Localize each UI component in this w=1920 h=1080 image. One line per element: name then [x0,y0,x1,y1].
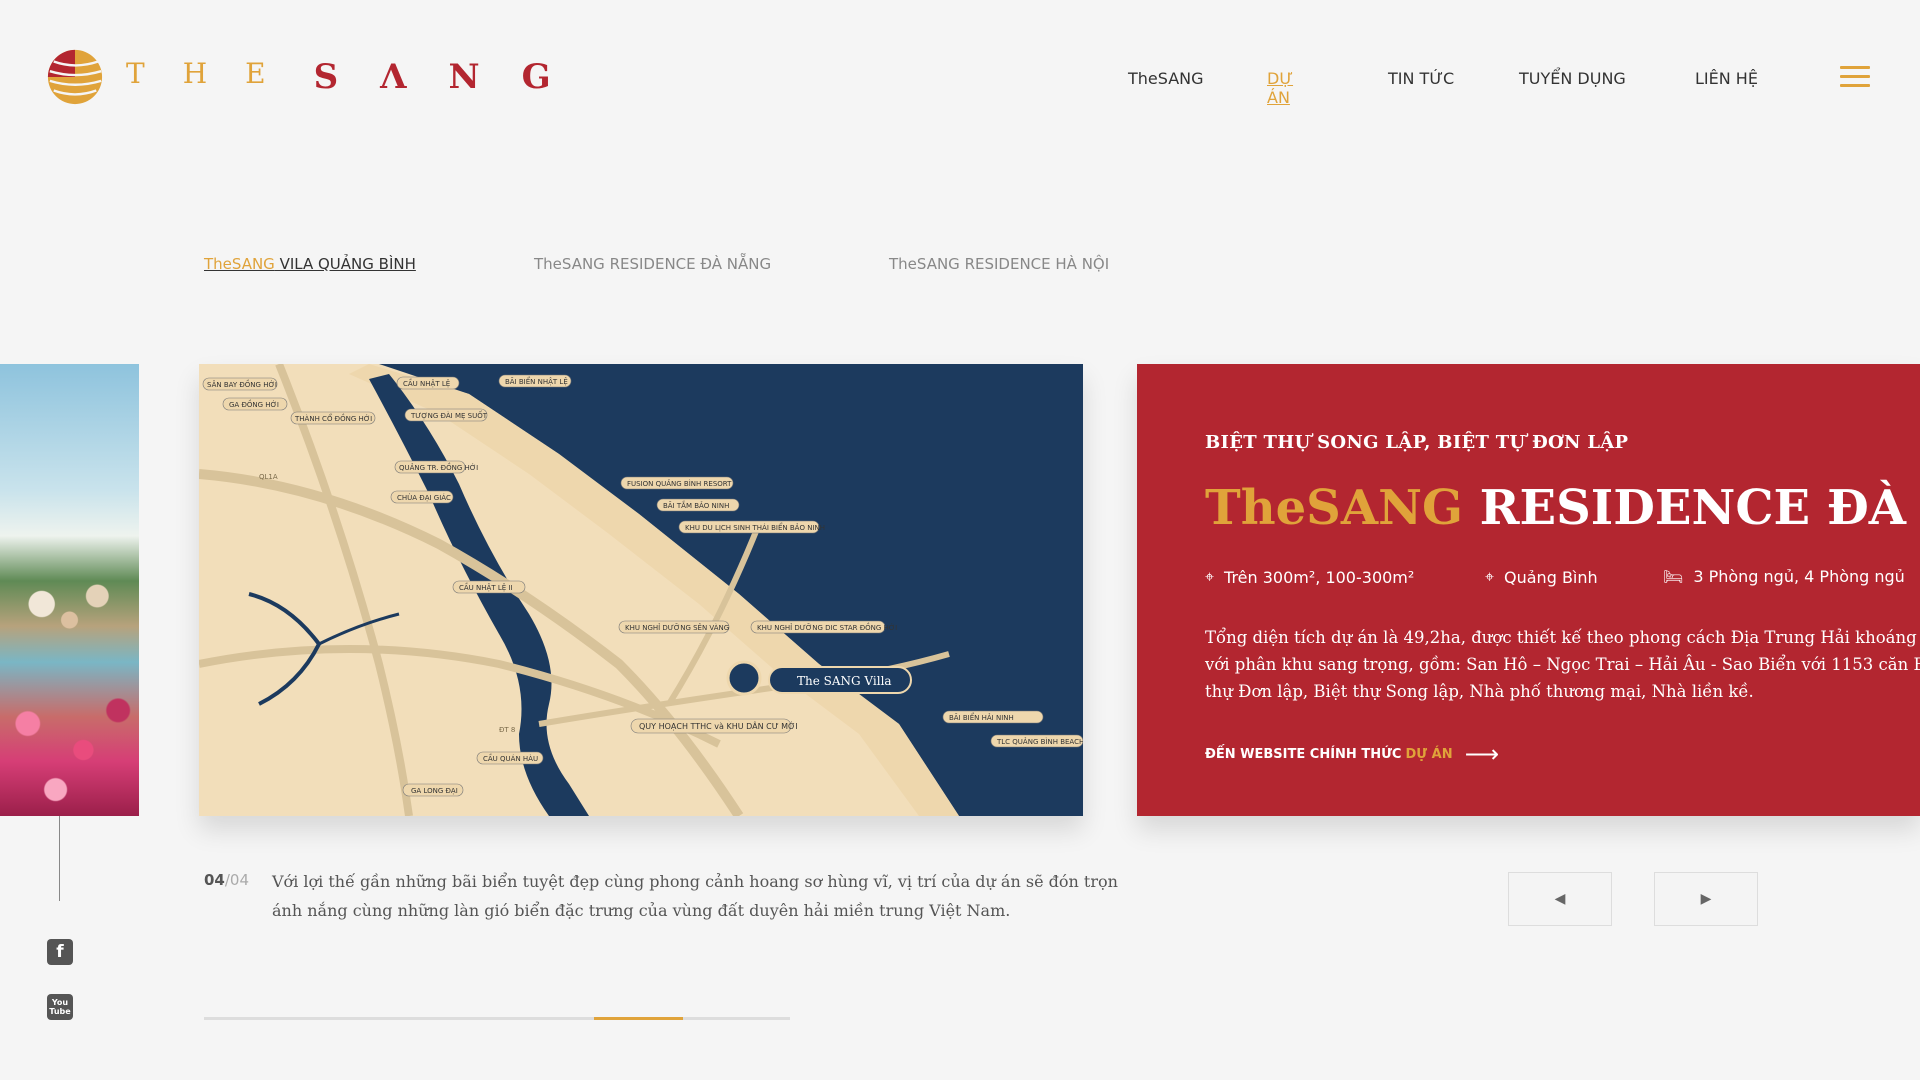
logo-mark-icon [47,49,103,105]
next-slide-button[interactable]: ▶ [1654,872,1758,926]
logo-letter: G [521,57,551,97]
map-label: BÃI BIỂN HẢI NINH [949,712,1014,722]
youtube-icon[interactable]: You Tube [47,994,73,1020]
location-pin-icon: ⌖ [1485,567,1495,586]
triangle-right-icon: ▶ [1700,891,1712,907]
fact-location: ⌖ Quảng Bình [1485,567,1598,587]
map-road-label: ĐT 8 [499,726,515,734]
card-kicker: BIỆT THỰ SONG LẬP, BIỆT TỰ ĐƠN LẬP [1205,432,1629,453]
map-label: KHU NGHỈ DƯỠNG DIC STAR ĐỒNG HỚI [757,622,897,632]
prev-slide-button[interactable]: ◀ [1508,872,1612,926]
slide-counter: 04/04 [204,871,249,889]
map-label: BÃI TẮM BẢO NINH [663,500,729,510]
tab-residence-ha-noi[interactable]: TheSANG RESIDENCE HÀ NỘI [889,255,1109,273]
facebook-icon[interactable]: f [47,939,73,965]
fact-text: 3 Phòng ngủ, 4 Phòng ngủ [1693,567,1905,586]
tab-vila-quang-binh[interactable]: TheSANG VILA QUẢNG BÌNH [204,255,416,273]
map-label: THÀNH CỔ ĐỒNG HỚI [294,413,372,423]
map-label: SÂN BAY ĐỒNG HỚI [207,379,277,389]
link-label: ĐẾN WEBSITE CHÍNH THỨC [1205,746,1402,762]
nav-item-du-an[interactable]: DỰ ÁN [1267,69,1293,107]
slide-current: 04 [204,871,225,889]
arrow-right-icon: ⟶ [1464,740,1500,768]
tab-brand: TheSANG [204,255,275,273]
map-label: KHU NGHỈ DƯỠNG SÊN VÀNG [625,623,729,632]
map-label: BÃI BIỂN NHẬT LỆ [505,376,568,386]
slide-total: /04 [224,871,250,889]
nav-item-lien-he[interactable]: LIÊN HỆ [1695,69,1758,88]
map-label: CẦU NHẬT LỆ II [459,582,513,592]
logo-letter: S [313,57,339,97]
fact-text: Quảng Bình [1504,567,1598,587]
triangle-left-icon: ◀ [1554,891,1566,907]
project-card: BIỆT THỰ SONG LẬP, BIỆT TỰ ĐƠN LẬP TheSA… [1137,364,1920,816]
logo-letter: N [448,57,480,97]
map-label: GA LONG ĐẠI [411,787,458,795]
nav-item-tuyen-dung[interactable]: TUYỂN DỤNG [1519,69,1626,88]
card-title-brand: TheSANG [1205,480,1463,536]
bed-icon: 🛏 [1663,567,1684,586]
fact-text: Trên 300m², 100-300m² [1224,567,1415,587]
map-label: KHU DU LỊCH SINH THÁI BIỂN BẢO NINH [685,522,825,532]
tab-label: VILA QUẢNG BÌNH [274,255,416,273]
card-title-rest: RESIDENCE ĐÀ NẴNG [1479,480,1920,536]
map-label: QUY HOẠCH TTHC và KHU DÂN CƯ MỚI [639,720,798,732]
hamburger-icon[interactable] [1840,66,1870,90]
official-website-link[interactable]: ĐẾN WEBSITE CHÍNH THỨC DỰ ÁN ⟶ [1205,742,1499,766]
location-pin-icon: ⌖ [1205,567,1215,586]
page: T H E S Λ N G TheSANG DỰ ÁN TIN TỨC TUYỂ… [0,0,1920,1080]
logo-letter: E [245,57,266,90]
map-label: QUẢNG TR. ĐỒNG HỚI [399,462,478,472]
logo-letter: H [182,57,208,90]
slide-caption: Với lợi thế gần những bãi biển tuyệt đẹp… [272,872,1118,920]
card-description: Tổng diện tích dự án là 49,2ha, được thi… [1205,628,1920,701]
map-label: TƯỢNG ĐÀI MẸ SUỐT [410,410,488,420]
link-accent: DỰ ÁN [1405,746,1453,762]
logo[interactable]: T H E S Λ N G [46,48,551,106]
divider-line [59,816,60,901]
nav-item-thesang[interactable]: TheSANG [1128,69,1204,88]
slide-progress [204,1017,790,1020]
map-road-label: QL1A [259,473,278,481]
card-title: TheSANG RESIDENCE ĐÀ NẴNG [1205,480,1920,536]
map-label: GA ĐỒNG HỚI [229,399,279,409]
map-label: TLC QUẢNG BÌNH BEACH & ... [996,737,1083,746]
map-label: CẦU NHẬT LỆ [403,378,450,388]
map-label: CẦU QUÁN HÀU [483,753,538,763]
map-label: CHÙA ĐẠI GIÁC [397,493,451,502]
logo-letter: Λ [380,57,407,97]
previous-slide-photo[interactable] [0,364,139,816]
tab-residence-da-nang[interactable]: TheSANG RESIDENCE ĐÀ NẴNG [534,255,771,273]
progress-fill [593,1017,684,1020]
fact-area: ⌖ Trên 300m², 100-300m² [1205,567,1414,587]
fact-bedrooms: 🛏 3 Phòng ngủ, 4 Phòng ngủ [1663,567,1905,586]
map-graphic: SÂN BAY ĐỒNG HỚI GA ĐỒNG HỚI THÀNH CỔ ĐỒ… [199,364,1083,816]
location-map: SÂN BAY ĐỒNG HỚI GA ĐỒNG HỚI THÀNH CỔ ĐỒ… [199,364,1083,816]
nav-item-tin-tuc[interactable]: TIN TỨC [1388,69,1454,88]
map-villa-label: The SANG Villa [797,674,892,688]
map-label: FUSION QUẢNG BÌNH RESORT [627,479,732,488]
logo-letter: T [126,57,145,90]
logo-wordmark: T H E S Λ N G [126,57,551,97]
